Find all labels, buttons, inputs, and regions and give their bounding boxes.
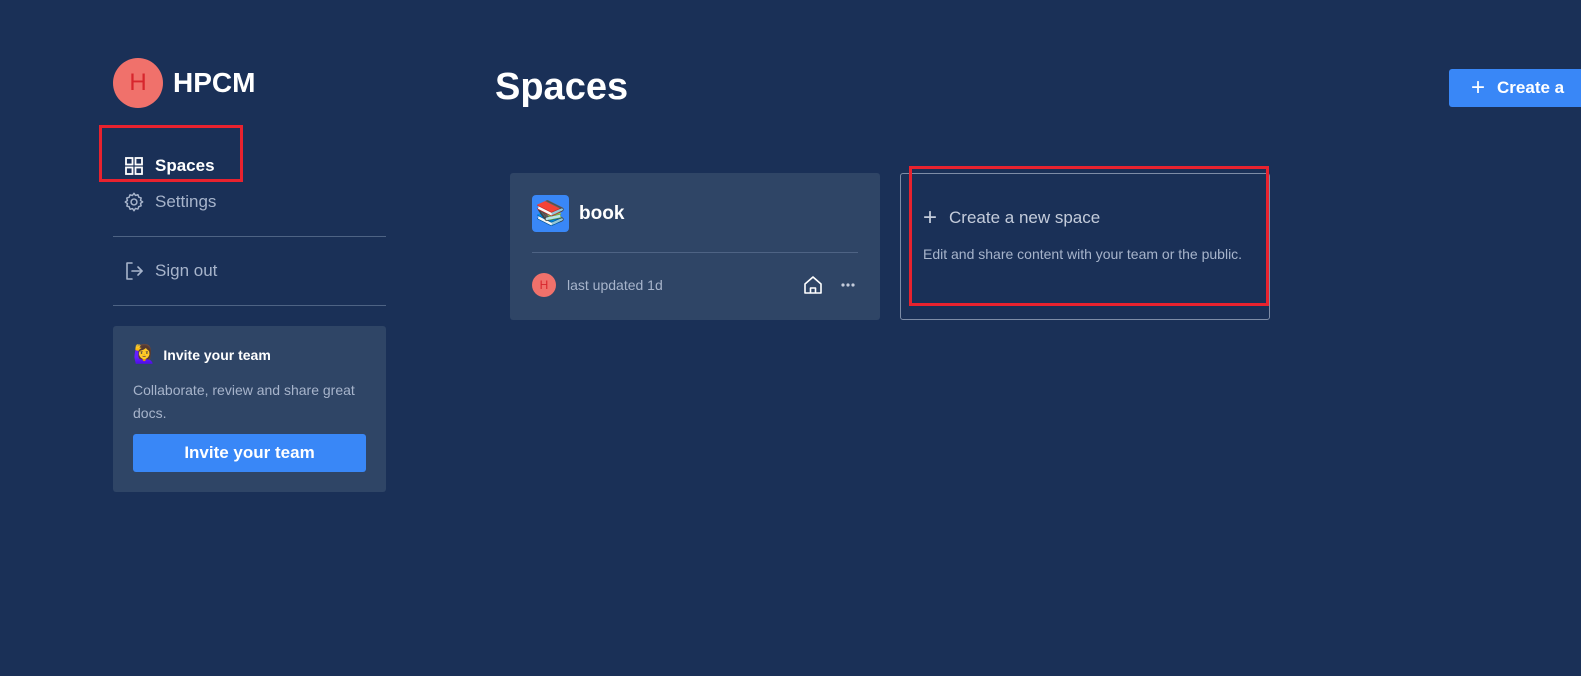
space-card-divider bbox=[532, 252, 858, 253]
plus-icon: + bbox=[1471, 74, 1486, 101]
sidebar: H HPCM Spaces bbox=[113, 58, 386, 492]
create-new-space-title: Create a new space bbox=[949, 208, 1101, 227]
plus-icon: + bbox=[923, 204, 938, 231]
create-new-space-header: + Create a new space bbox=[923, 206, 1247, 230]
org-name: HPCM bbox=[173, 67, 256, 98]
space-card-header: 📚 book bbox=[532, 195, 858, 232]
invite-title: Invite your team bbox=[163, 346, 271, 363]
create-new-space-card[interactable]: + Create a new space Edit and share cont… bbox=[900, 173, 1270, 320]
sidebar-divider bbox=[113, 236, 386, 237]
home-icon[interactable] bbox=[802, 274, 824, 296]
create-space-button[interactable]: + Create a bbox=[1449, 69, 1581, 107]
grid-icon bbox=[123, 155, 145, 177]
invite-header: 🙋‍♀️ Invite your team bbox=[133, 344, 366, 365]
avatar: H bbox=[532, 273, 556, 297]
sidebar-item-label: Sign out bbox=[155, 261, 218, 280]
gear-icon bbox=[123, 191, 145, 213]
sidebar-item-label: Settings bbox=[155, 192, 217, 211]
sign-out-icon bbox=[123, 260, 145, 282]
app-root: H HPCM Spaces bbox=[0, 0, 1581, 676]
space-card[interactable]: 📚 book H last updated 1d bbox=[510, 173, 880, 320]
more-options-icon[interactable] bbox=[838, 275, 858, 295]
raising-hand-icon: 🙋‍♀️ bbox=[133, 344, 156, 364]
page-title: Spaces bbox=[495, 66, 629, 108]
org-header[interactable]: H HPCM bbox=[113, 58, 386, 108]
space-card-footer: H last updated 1d bbox=[532, 273, 858, 297]
sidebar-nav: Spaces Settings bbox=[113, 148, 386, 220]
sidebar-divider bbox=[113, 305, 386, 306]
space-name: book bbox=[579, 202, 625, 224]
org-avatar: H bbox=[113, 58, 163, 108]
invite-description: Collaborate, review and share great docs… bbox=[133, 382, 355, 421]
create-space-button-label: Create a bbox=[1497, 78, 1565, 97]
invite-card: 🙋‍♀️ Invite your team Collaborate, revie… bbox=[113, 326, 386, 492]
sidebar-item-settings[interactable]: Settings bbox=[113, 184, 386, 220]
books-icon: 📚 bbox=[532, 195, 569, 232]
sidebar-item-spaces[interactable]: Spaces bbox=[113, 148, 386, 184]
space-card-actions bbox=[802, 274, 858, 296]
sidebar-item-label: Spaces bbox=[155, 156, 215, 175]
last-updated-text: last updated 1d bbox=[567, 277, 663, 293]
invite-team-button[interactable]: Invite your team bbox=[133, 434, 366, 472]
sidebar-item-signout[interactable]: Sign out bbox=[113, 253, 386, 289]
create-new-space-description: Edit and share content with your team or… bbox=[923, 246, 1243, 262]
